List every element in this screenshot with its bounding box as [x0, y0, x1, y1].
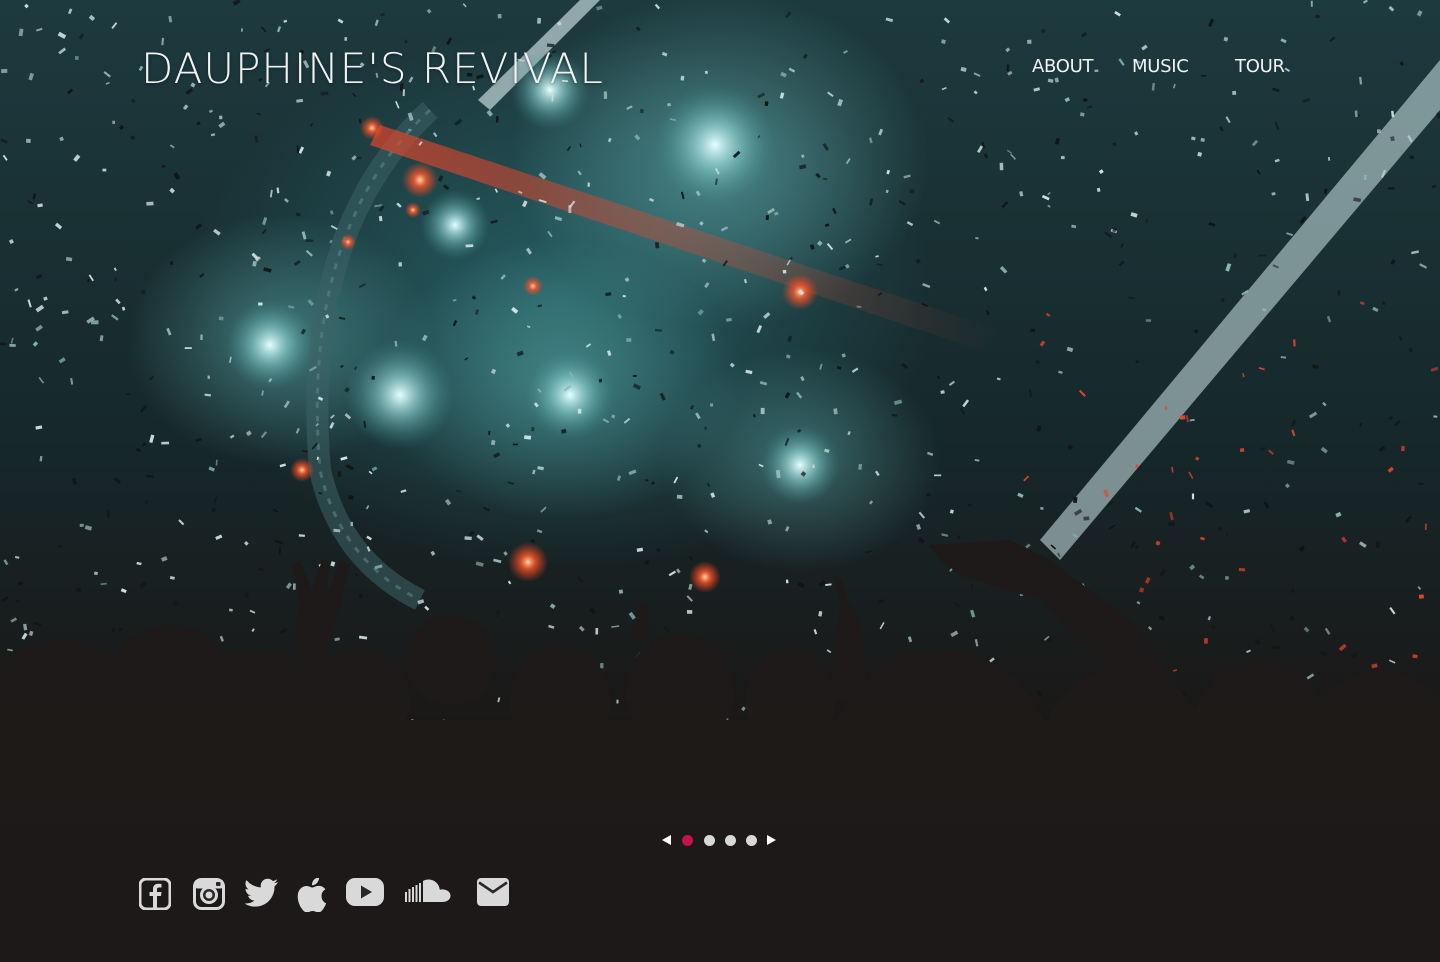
facebook-icon[interactable] — [139, 878, 173, 912]
slide-dot-4[interactable] — [746, 835, 757, 846]
slider-controls — [662, 832, 782, 850]
soundcloud-icon[interactable] — [405, 878, 455, 912]
slide-dot-2[interactable] — [704, 835, 715, 846]
email-icon[interactable] — [477, 878, 511, 912]
white-light-beam — [1040, 60, 1440, 560]
stage-light — [655, 85, 775, 205]
hero-background — [0, 0, 1440, 962]
twitter-icon[interactable] — [245, 878, 279, 912]
nav-item-about[interactable]: ABOUT — [1032, 56, 1093, 77]
site-title[interactable]: DAUPHINE'S REVIVAL — [141, 44, 604, 93]
nav-item-music[interactable]: MUSIC — [1132, 56, 1189, 77]
apple-icon[interactable] — [297, 878, 331, 912]
slide-dot-3[interactable] — [725, 835, 736, 846]
next-slide-icon[interactable] — [767, 835, 776, 845]
concert-scene-illustration — [0, 0, 1440, 962]
instagram-icon[interactable] — [193, 878, 227, 912]
prev-slide-icon[interactable] — [662, 835, 671, 845]
nav-item-tour[interactable]: TOUR — [1235, 56, 1285, 77]
youtube-icon[interactable] — [346, 878, 386, 912]
slide-dot-1-active[interactable] — [682, 835, 693, 846]
social-links — [139, 878, 539, 914]
